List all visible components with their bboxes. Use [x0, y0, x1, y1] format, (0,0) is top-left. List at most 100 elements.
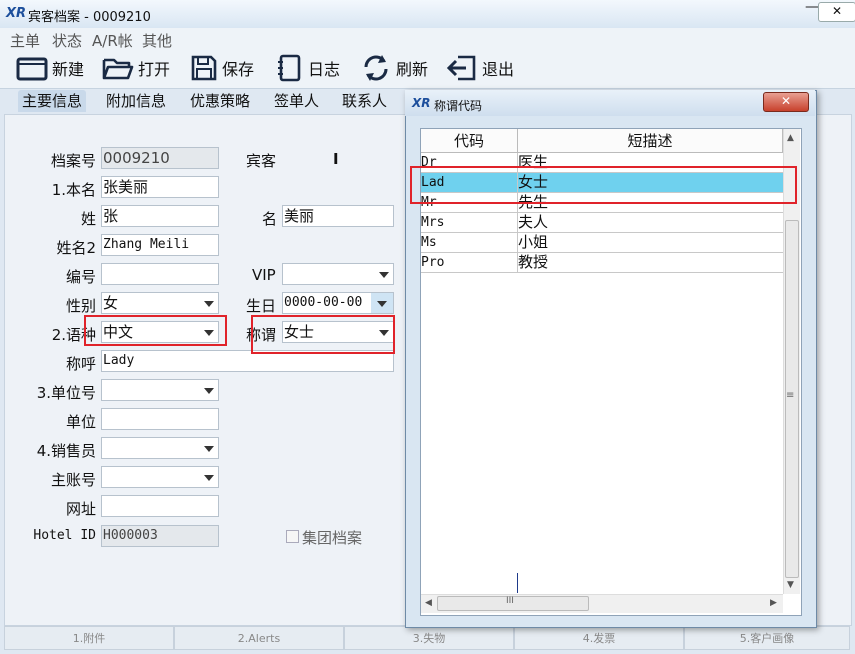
master-account-label: 主账号 [50, 471, 96, 489]
column-header-code[interactable]: 代码 [421, 129, 518, 153]
company-no-select[interactable] [101, 379, 219, 401]
tab-invoice[interactable]: 4.发票 [514, 626, 684, 650]
name-label: 1.本名 [51, 181, 96, 199]
exit-icon [446, 54, 478, 82]
open-label: 打开 [138, 60, 171, 79]
code-field[interactable] [101, 263, 219, 285]
tab-additional-info[interactable]: 附加信息 [102, 90, 170, 112]
hotel-id-label: Hotel ID [33, 528, 96, 543]
tab-lost-found[interactable]: 3.失物 [344, 626, 514, 650]
vip-label: VIP [252, 266, 276, 284]
save-button[interactable]: 保存 [190, 52, 254, 84]
tab-signers[interactable]: 签单人 [270, 90, 323, 112]
selected-row-highlight [410, 166, 797, 204]
column-divider [517, 573, 518, 593]
scroll-right-icon[interactable]: ▶ [770, 598, 777, 608]
name2-label: 姓名2 [56, 239, 96, 257]
tab-customer-profile[interactable]: 5.客户画像 [684, 626, 850, 650]
given-name-field[interactable]: 美丽 [282, 205, 394, 227]
tab-attachments[interactable]: 1.附件 [4, 626, 174, 650]
exit-button[interactable]: 退出 [446, 52, 514, 84]
table-row[interactable]: Pro 教授 [421, 253, 783, 273]
minimize-button[interactable]: — [805, 0, 819, 16]
menu-main[interactable]: 主单 [10, 30, 40, 51]
gender-label: 性别 [65, 297, 96, 315]
scroll-up-icon[interactable]: ▲ [787, 133, 794, 143]
save-icon [190, 54, 218, 82]
cell-description: 夫人 [518, 213, 783, 233]
tab-contacts[interactable]: 联系人 [338, 90, 391, 112]
chevron-down-icon [204, 301, 214, 307]
gender-select[interactable]: 女 [101, 292, 219, 314]
language-label: 2.语种 [51, 326, 96, 344]
chevron-down-icon [204, 475, 214, 481]
log-label: 日志 [308, 60, 341, 79]
given-name-label: 名 [262, 210, 278, 228]
company-field[interactable] [101, 408, 219, 430]
birthday-label: 生日 [246, 297, 277, 315]
hotel-id-field: H000003 [101, 525, 219, 547]
refresh-icon [360, 53, 392, 83]
scroll-left-icon[interactable]: ◀ [425, 598, 432, 608]
log-button[interactable]: 日志 [276, 52, 340, 84]
table-row[interactable]: Ms 小姐 [421, 233, 783, 253]
scroll-down-icon[interactable]: ▼ [787, 580, 794, 590]
column-header-description[interactable]: 短描述 [518, 129, 783, 153]
dialog-logo: XR [412, 96, 431, 110]
surname-label: 姓 [80, 210, 96, 228]
dialog-close-button[interactable]: ✕ [763, 92, 809, 112]
cell-description: 教授 [518, 253, 783, 273]
new-label: 新建 [52, 60, 85, 79]
chevron-down-icon [377, 301, 387, 307]
website-field[interactable] [101, 495, 219, 517]
gender-value: 女 [103, 294, 119, 312]
close-button[interactable]: ✕ [818, 2, 855, 22]
vip-select[interactable] [282, 263, 394, 285]
code-label: 编号 [65, 268, 96, 286]
log-icon [276, 54, 304, 82]
new-icon [16, 54, 48, 82]
tab-discount-policy[interactable]: 优惠策略 [186, 90, 254, 112]
language-highlight [84, 315, 227, 346]
menu-status[interactable]: 状态 [52, 30, 82, 51]
group-profile-checkbox[interactable] [286, 530, 299, 543]
tab-alerts[interactable]: 2.Alerts [174, 626, 344, 650]
name2-field[interactable]: Zhang Meili [101, 234, 219, 256]
master-account-select[interactable] [101, 466, 219, 488]
salutation-label: 称呼 [65, 355, 96, 373]
cell-code: Ms [421, 233, 518, 253]
cell-description: 小姐 [518, 233, 783, 253]
table-row[interactable]: Mrs 夫人 [421, 213, 783, 233]
name-field[interactable]: 张美丽 [101, 176, 219, 198]
chevron-down-icon [379, 272, 389, 278]
company-label: 单位 [65, 413, 96, 431]
open-folder-icon [102, 54, 134, 82]
profile-no-field: 0009210 [101, 147, 219, 169]
guest-type-value: I [333, 150, 339, 168]
group-profile-label: 集团档案 [302, 529, 363, 547]
title-highlight [251, 315, 395, 354]
menu-ar[interactable]: A/R帐 [92, 30, 133, 51]
tab-main-info[interactable]: 主要信息 [18, 90, 87, 112]
birthday-field[interactable]: 0000-00-00 [282, 292, 394, 314]
exit-label: 退出 [482, 60, 515, 79]
guest-label: 宾客 [246, 152, 277, 170]
sales-label: 4.销售员 [36, 442, 96, 460]
window-title: 宾客档案 - 0009210 [28, 10, 151, 25]
save-label: 保存 [222, 60, 255, 79]
new-button[interactable]: 新建 [16, 52, 84, 84]
cell-code: Mrs [421, 213, 518, 233]
company-no-label: 3.单位号 [36, 384, 96, 402]
menu-other[interactable]: 其他 [142, 30, 172, 51]
refresh-button[interactable]: 刷新 [360, 52, 428, 84]
birthday-value: 0000-00-00 [284, 295, 363, 310]
hscroll-grip-icon: III [506, 596, 514, 606]
surname-field[interactable]: 张 [101, 205, 219, 227]
open-button[interactable]: 打开 [102, 52, 170, 84]
app-logo: XR [6, 6, 27, 21]
cell-code: Pro [421, 253, 518, 273]
calendar-dropdown-button[interactable] [371, 293, 393, 313]
sales-select[interactable] [101, 437, 219, 459]
chevron-down-icon [204, 388, 214, 394]
scroll-grip-icon: ≡ [786, 390, 795, 401]
